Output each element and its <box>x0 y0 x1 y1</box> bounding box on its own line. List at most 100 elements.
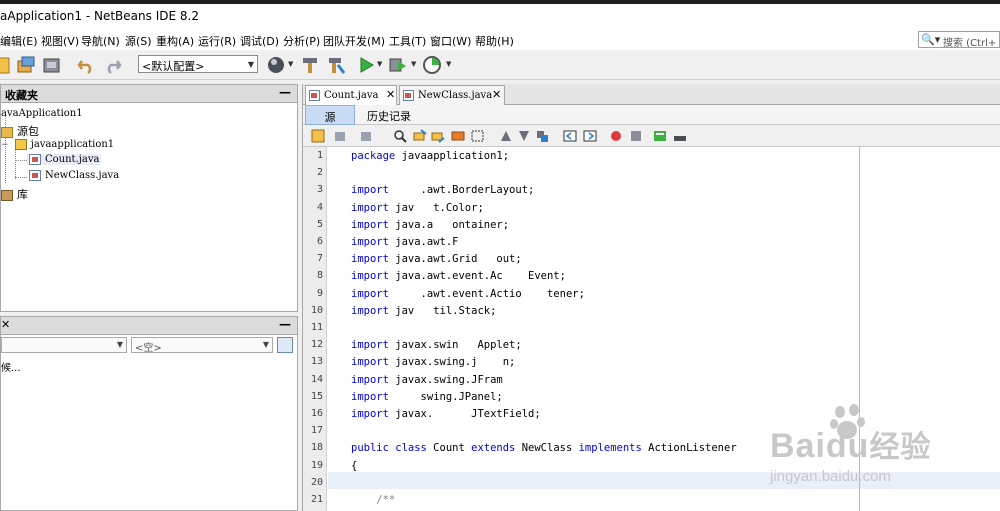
code-line: import .awt.BorderLayout; <box>351 184 534 196</box>
stop-macro-icon[interactable] <box>629 129 643 143</box>
toggle-highlight-icon[interactable] <box>451 129 465 143</box>
search-box[interactable]: 🔍▾ 搜索 (Ctrl+ <box>918 31 1000 49</box>
package-icon <box>14 139 27 150</box>
code-keyword: import <box>351 270 389 283</box>
menu-help[interactable]: 帮助(H) <box>475 33 514 49</box>
close-icon[interactable]: ✕ <box>492 88 501 101</box>
profile-icon[interactable] <box>422 55 442 75</box>
rect-select-icon[interactable] <box>471 129 485 143</box>
tab-label: NewClass.java <box>418 90 493 101</box>
forward-icon[interactable] <box>359 129 373 143</box>
line-number: 1 <box>316 150 323 161</box>
menu-profile[interactable]: 分析(P) <box>283 33 320 49</box>
globe-icon[interactable] <box>266 55 286 75</box>
navigator-header: ✕ — <box>1 317 297 335</box>
tree-item-libraries[interactable]: 库 <box>1 186 28 202</box>
tab-source[interactable]: 源 <box>305 105 355 125</box>
close-icon[interactable]: ✕ <box>386 88 395 101</box>
build-hammer-icon[interactable] <box>300 55 320 75</box>
code-text: java.a ontainer; <box>388 218 510 231</box>
navigator-options-button[interactable] <box>277 337 293 353</box>
menu-debug[interactable]: 调试(D) <box>240 33 279 49</box>
comment-icon[interactable] <box>653 129 667 143</box>
minimize-icon[interactable]: — <box>279 85 291 99</box>
code-line: import swing.JPanel; <box>351 391 503 403</box>
code-keyword: import <box>351 201 389 214</box>
code-line: import java.a ontainer; <box>351 219 509 231</box>
find-next-icon[interactable] <box>431 129 445 143</box>
java-file-icon <box>309 90 320 101</box>
tab-newclass-java[interactable]: NewClass.java ✕ <box>399 85 505 105</box>
library-icon <box>1 190 13 201</box>
shift-right-icon[interactable] <box>583 129 597 143</box>
line-number-gutter: 1 2 3 4 5 6 7 8 9 10 11 12 13 14 15 16 17 18 19 20 21 <box>303 147 327 511</box>
java-file-icon <box>29 154 41 165</box>
menu-view[interactable]: 视图(V) <box>41 33 79 49</box>
debug-icon[interactable] <box>388 55 408 75</box>
close-icon[interactable]: ✕ <box>1 318 10 331</box>
tree-item-newclass-java[interactable]: NewClass.java <box>29 170 119 181</box>
menu-team[interactable]: 团队开发(M) <box>323 33 385 49</box>
code-keyword: import <box>351 390 389 403</box>
menu-edit[interactable]: 编辑(E) <box>0 33 38 49</box>
expand-icon[interactable]: − <box>1 140 9 150</box>
code-line: import javax.swing.j n; <box>351 356 515 368</box>
code-comment: /** <box>351 494 396 506</box>
debug-caret-icon[interactable]: ▼ <box>411 60 416 68</box>
navigator-filter-select[interactable]: <空> ▼ <box>131 337 273 354</box>
menu-tools[interactable]: 工具(T) <box>389 33 426 49</box>
tree-item-project[interactable]: avaApplication1 <box>1 108 83 119</box>
tree-item-count-java[interactable]: Count.java <box>27 154 102 165</box>
code-line: import java.awt.Grid out; <box>351 253 522 265</box>
configuration-value: <默认配置> <box>142 60 205 73</box>
code-keyword: import <box>351 218 389 231</box>
bookmark-toggle-icon[interactable] <box>535 129 549 143</box>
menu-window[interactable]: 窗口(W) <box>430 33 471 49</box>
new-project-icon[interactable] <box>16 55 36 75</box>
uncomment-icon[interactable] <box>673 129 687 143</box>
code-line: import java.awt.F <box>351 236 458 248</box>
line-number: 16 <box>310 408 323 419</box>
profile-caret-icon[interactable]: ▼ <box>446 60 451 68</box>
line-number: 9 <box>316 287 323 299</box>
line-number: 8 <box>316 270 323 282</box>
line-number: 2 <box>316 167 323 179</box>
menu-navigate[interactable]: 导航(N) <box>81 33 120 49</box>
start-macro-icon[interactable] <box>609 129 623 143</box>
bookmark-next-icon[interactable] <box>517 129 531 143</box>
run-icon[interactable] <box>356 55 376 75</box>
last-edit-icon[interactable] <box>311 129 325 143</box>
tree-item-package[interactable]: − javaapplication1 <box>1 139 114 150</box>
shift-left-icon[interactable] <box>563 129 577 143</box>
code-keyword: implements <box>578 442 642 455</box>
undo-icon[interactable] <box>76 55 96 75</box>
chevron-down-icon: ▼ <box>116 340 123 349</box>
new-file-icon[interactable] <box>0 55 12 75</box>
menu-refactor[interactable]: 重构(A) <box>156 33 194 49</box>
open-project-icon[interactable] <box>42 55 62 75</box>
window-title: aApplication1 - NetBeans IDE 8.2 <box>0 9 199 23</box>
globe-caret-icon[interactable]: ▼ <box>288 60 293 68</box>
tab-label: Count.java <box>324 90 379 101</box>
tree-connector <box>15 177 27 178</box>
menu-run[interactable]: 运行(R) <box>198 33 236 49</box>
java-file-icon <box>403 90 414 101</box>
code-line: import javax. JTextField; <box>351 408 541 420</box>
bookmark-prev-icon[interactable] <box>499 129 513 143</box>
clean-build-icon[interactable] <box>326 55 346 75</box>
editor-view-tabs: 源 历史记录 <box>303 105 1000 125</box>
tab-history[interactable]: 历史记录 <box>359 105 419 125</box>
run-caret-icon[interactable]: ▼ <box>377 60 382 68</box>
navigator-members-select[interactable]: ▼ <box>1 337 127 353</box>
redo-icon[interactable] <box>103 55 123 75</box>
configuration-select[interactable]: <默认配置> ▼ <box>138 55 258 73</box>
tab-count-java[interactable]: Count.java ✕ <box>305 85 397 105</box>
minimize-icon[interactable]: — <box>279 317 291 331</box>
code-line: package javaapplication1; <box>351 150 509 162</box>
back-icon[interactable] <box>333 129 347 143</box>
menu-source[interactable]: 源(S) <box>125 33 152 49</box>
tree-item-source-packages[interactable]: 源包 <box>1 123 39 139</box>
find-previous-icon[interactable] <box>413 129 427 143</box>
find-icon[interactable] <box>393 129 407 143</box>
chevron-down-icon: ▼ <box>262 340 269 349</box>
